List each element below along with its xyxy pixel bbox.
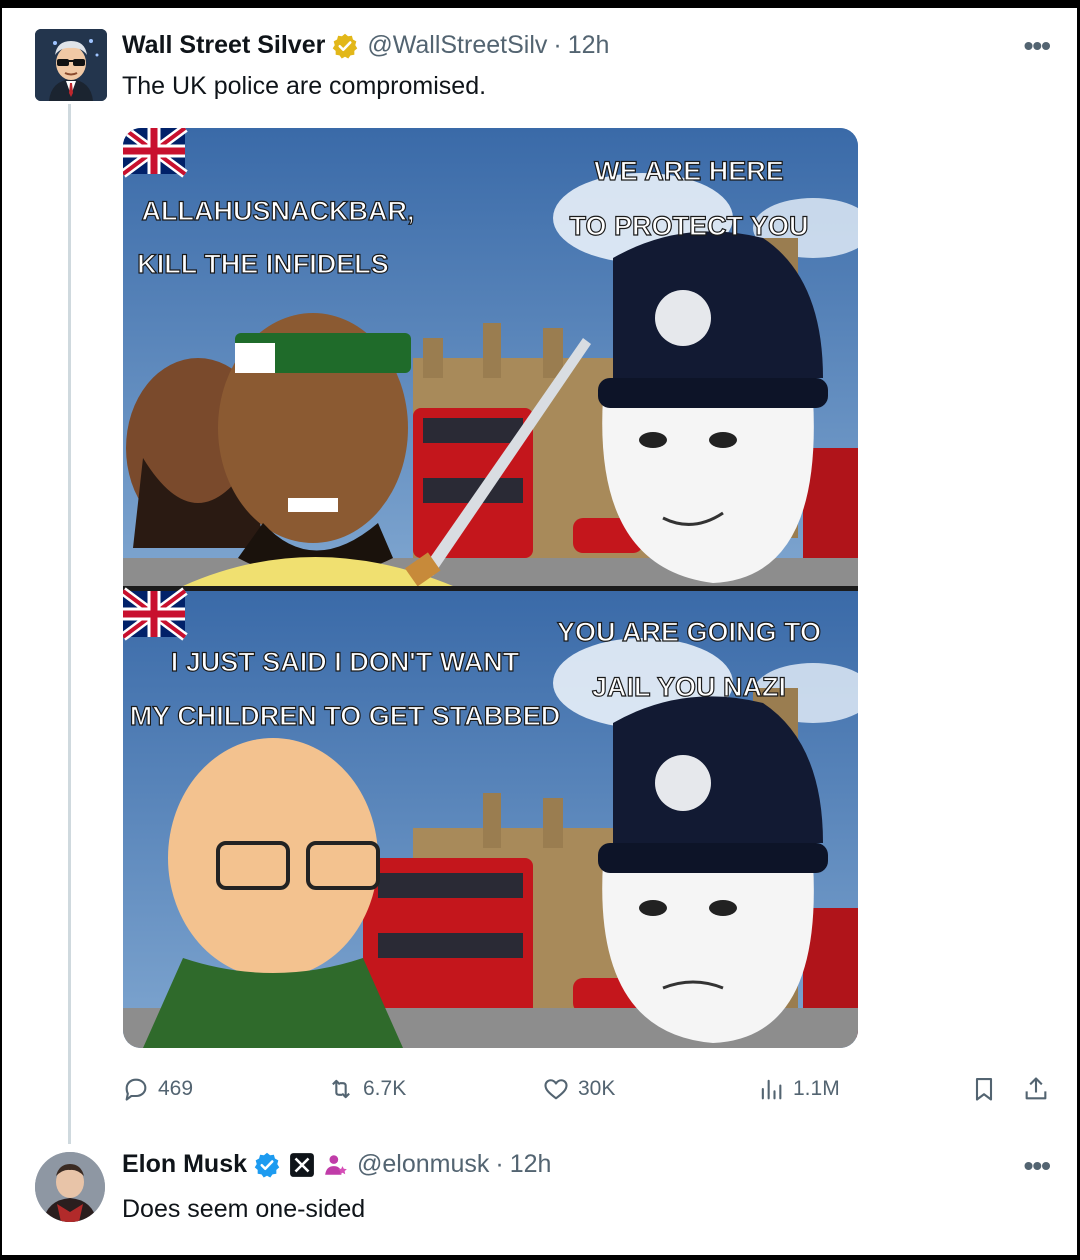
- retweet-count: 6.7K: [363, 1077, 407, 1100]
- reply-post-time[interactable]: 12h: [510, 1150, 552, 1179]
- left-frame-bar: [0, 0, 2, 1260]
- meme-caption-p1l-line1: ALLAHUSNACKBAR,: [142, 196, 415, 226]
- view-count: 1.1M: [793, 1077, 840, 1100]
- views-button[interactable]: 1.1M: [757, 1075, 840, 1103]
- meme-caption-p2r-line2: JAIL YOU NAZI: [592, 672, 786, 702]
- top-frame-bar: [0, 0, 1080, 8]
- share-icon: [1025, 1077, 1047, 1100]
- meme-caption-p2l-line1: I JUST SAID I DON'T WANT: [171, 647, 520, 677]
- views-chart-icon: [761, 1079, 782, 1100]
- like-button[interactable]: 30K: [542, 1075, 615, 1103]
- meme-caption-p1l-line2: KILL THE INFIDELS: [137, 249, 389, 279]
- tweet-media-image[interactable]: ALLAHUSNACKBAR, KILL THE INFIDELS WE ARE…: [123, 128, 858, 1048]
- reply-more-options-icon[interactable]: •••: [1024, 1150, 1051, 1182]
- uk-flag-icon: [123, 128, 188, 178]
- tweet-header: Wall Street Silver @WallStreetSilv · 12h: [122, 31, 609, 60]
- reply-author-name[interactable]: Elon Musk: [122, 1150, 247, 1179]
- uk-flag-icon-2: [123, 587, 188, 641]
- blue-verified-badge-icon: [253, 1151, 281, 1179]
- meme-caption-p1r-line2: TO PROTECT YOU: [569, 211, 808, 241]
- reply-count: 469: [158, 1077, 194, 1100]
- reply-separator-dot: ·: [495, 1150, 504, 1178]
- post-time[interactable]: 12h: [568, 31, 610, 60]
- thread-connector-line: [68, 104, 71, 1144]
- retweet-icon: [332, 1079, 350, 1099]
- separator-dot: ·: [553, 31, 562, 59]
- reply-header: Elon Musk @elonmusk · 12h: [122, 1150, 551, 1179]
- bookmark-icon: [975, 1078, 993, 1101]
- tweet-text: The UK police are compromised.: [122, 72, 487, 100]
- tweet-action-bar: 469 6.7K 30K 1.1M: [122, 1075, 1057, 1107]
- author-name[interactable]: Wall Street Silver: [122, 31, 325, 60]
- share-button[interactable]: [1022, 1075, 1058, 1103]
- group-member-badge-icon: [323, 1152, 349, 1178]
- reply-text: Does seem one-sided: [122, 1195, 366, 1223]
- reply-button[interactable]: 469: [122, 1075, 193, 1103]
- meme-caption-p2r-line1: YOU ARE GOING TO: [557, 617, 821, 647]
- reply-author-handle[interactable]: @elonmusk: [357, 1150, 489, 1179]
- meme-caption-p1r-line1: WE ARE HERE: [594, 156, 784, 186]
- heart-icon: [544, 1079, 568, 1100]
- bookmark-button[interactable]: [970, 1075, 1006, 1103]
- bottom-frame-bar: [0, 1255, 1080, 1260]
- meme-caption-p2l-line2: MY CHILDREN TO GET STABBED: [130, 701, 561, 731]
- x-affiliate-badge-icon: [289, 1152, 315, 1178]
- author-handle[interactable]: @WallStreetSilv: [367, 31, 547, 60]
- reply-author-avatar[interactable]: [35, 1152, 105, 1222]
- author-avatar[interactable]: [35, 29, 107, 101]
- like-count: 30K: [578, 1077, 616, 1100]
- retweet-button[interactable]: 6.7K: [327, 1075, 406, 1103]
- gold-verified-badge-icon: [331, 32, 359, 60]
- more-options-icon[interactable]: •••: [1024, 30, 1051, 62]
- reply-icon: [125, 1078, 147, 1101]
